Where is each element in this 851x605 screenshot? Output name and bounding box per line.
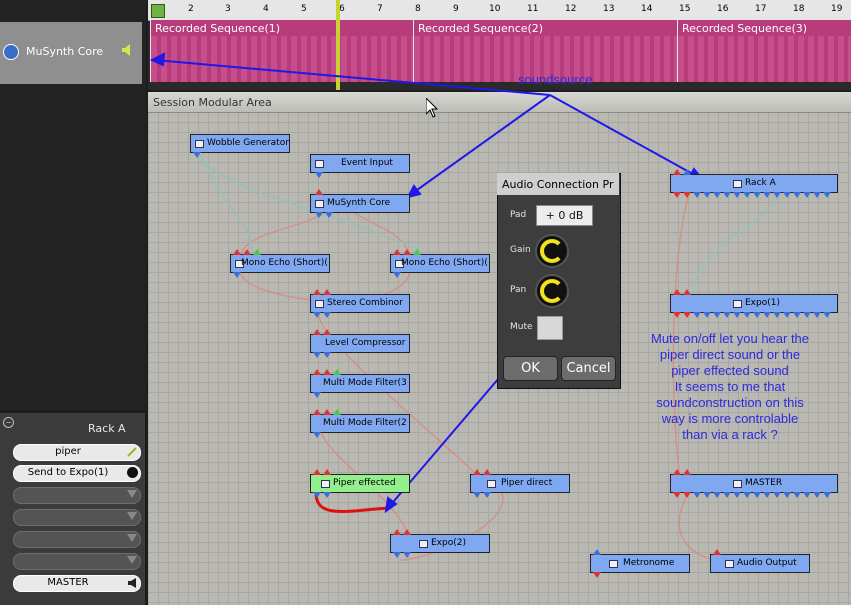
- mute-checkbox[interactable]: [537, 316, 563, 340]
- module-multi-mode-filter[interactable]: Multi Mode Filter(2: [310, 409, 410, 438]
- module-label: Audio Output: [737, 558, 797, 568]
- pad-value-field[interactable]: + 0 dB: [536, 205, 593, 226]
- module-label: Rack A: [745, 178, 776, 188]
- pad-label: Pad: [510, 210, 527, 220]
- cursor-icon: [426, 98, 439, 118]
- ok-button[interactable]: OK: [503, 356, 558, 381]
- metronome-icon: [609, 560, 618, 568]
- module-label: Mono Echo (Short)(: [401, 258, 488, 268]
- module-expo-1[interactable]: Expo(1): [670, 289, 838, 318]
- mute-icon[interactable]: [419, 540, 428, 548]
- combine-icon: [315, 300, 324, 308]
- module-metronome[interactable]: Metronome: [590, 549, 690, 578]
- annotation-note: Mute on/off let you hear the piper direc…: [650, 331, 810, 442]
- mute-label: Mute: [510, 322, 533, 332]
- synth-icon: [315, 200, 324, 208]
- module-level-compressor[interactable]: Level Compressor: [310, 329, 410, 358]
- rack-icon: [733, 180, 742, 188]
- module-label: Wobble Generator: [207, 138, 289, 148]
- module-label: Piper effected: [333, 478, 396, 488]
- pan-label: Pan: [510, 285, 527, 295]
- output-icon: [725, 560, 734, 568]
- module-event-input[interactable]: Event Input: [310, 154, 410, 178]
- dialog-title-bar[interactable]: Audio Connection Pr: [497, 173, 619, 195]
- annotation-soundsource: soundsource: [518, 72, 593, 87]
- module-multi-mode-filter[interactable]: Multi Mode Filter(3: [310, 369, 410, 398]
- module-label: Level Compressor: [325, 338, 406, 348]
- effect-icon: [733, 300, 742, 308]
- module-stereo-combinor[interactable]: Stereo Combinor: [310, 289, 410, 318]
- mute-icon[interactable]: [321, 480, 330, 488]
- module-label: Metronome: [623, 558, 675, 568]
- module-expo-2[interactable]: Expo(2): [390, 529, 490, 558]
- module-label: Event Input: [341, 158, 393, 168]
- module-label: Multi Mode Filter(2: [323, 418, 407, 428]
- module-label: Stereo Combinor: [327, 298, 403, 308]
- gain-label: Gain: [510, 245, 531, 255]
- mute-icon[interactable]: [487, 480, 496, 488]
- output-icon: [733, 480, 742, 488]
- cancel-button[interactable]: Cancel: [561, 356, 616, 381]
- module-label: Expo(2): [431, 538, 466, 548]
- pan-knob[interactable]: [535, 274, 569, 308]
- module-mono-echo[interactable]: Mono Echo (Short)(: [230, 249, 330, 278]
- module-wobble-generator[interactable]: Wobble Generator: [190, 134, 290, 158]
- input-icon: [315, 160, 324, 168]
- module-mono-echo[interactable]: Mono Echo (Short)(: [390, 249, 490, 278]
- gain-knob[interactable]: [535, 234, 569, 268]
- module-audio-output[interactable]: Audio Output: [710, 549, 810, 573]
- module-label: MASTER: [745, 478, 783, 488]
- module-label: Multi Mode Filter(3: [323, 378, 407, 388]
- dialog-title: Audio Connection Pr: [502, 178, 614, 191]
- module-label: MuSynth Core: [327, 198, 391, 208]
- wave-icon: [195, 140, 204, 148]
- module-piper-direct[interactable]: Piper direct: [470, 469, 570, 498]
- module-musynth-core[interactable]: MuSynth Core: [310, 189, 410, 218]
- module-rack-a[interactable]: Rack A: [670, 169, 838, 198]
- module-label: Piper direct: [501, 478, 553, 488]
- module-label: Expo(1): [745, 298, 780, 308]
- module-master[interactable]: MASTER: [670, 469, 838, 498]
- module-piper-effected[interactable]: Piper effected: [310, 469, 410, 498]
- module-label: Mono Echo (Short)(: [241, 258, 328, 268]
